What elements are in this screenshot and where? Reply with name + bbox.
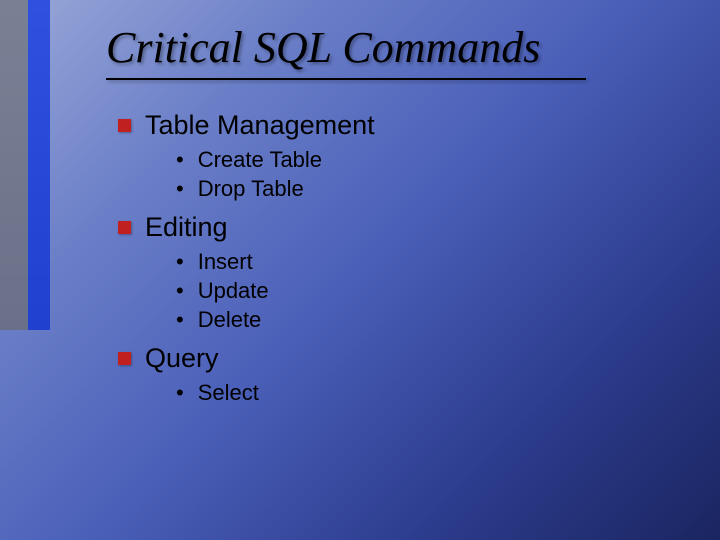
slide-title: Critical SQL Commands (106, 22, 540, 73)
dot-bullet-icon: • (176, 251, 184, 273)
sub-item-text: Update (198, 278, 269, 304)
list-item: • Select (176, 380, 375, 406)
list-item: • Create Table (176, 147, 375, 173)
square-bullet-icon (118, 221, 131, 234)
sidebar-gray-stripe (0, 0, 28, 330)
dot-bullet-icon: • (176, 149, 184, 171)
dot-bullet-icon: • (176, 382, 184, 404)
section-header: Table Management (118, 110, 375, 141)
square-bullet-icon (118, 352, 131, 365)
list-item: • Insert (176, 249, 375, 275)
section-table-management: Table Management • Create Table • Drop T… (118, 110, 375, 202)
sub-item-text: Create Table (198, 147, 322, 173)
section-title: Query (145, 343, 219, 374)
section-header: Editing (118, 212, 375, 243)
sub-list: • Insert • Update • Delete (176, 249, 375, 333)
sub-item-text: Insert (198, 249, 253, 275)
section-title: Table Management (145, 110, 375, 141)
list-item: • Delete (176, 307, 375, 333)
slide-sidebar (0, 0, 50, 330)
square-bullet-icon (118, 119, 131, 132)
sub-list: • Create Table • Drop Table (176, 147, 375, 202)
dot-bullet-icon: • (176, 309, 184, 331)
slide-content: Table Management • Create Table • Drop T… (118, 110, 375, 416)
sidebar-blue-stripe (28, 0, 50, 330)
list-item: • Drop Table (176, 176, 375, 202)
dot-bullet-icon: • (176, 178, 184, 200)
section-query: Query • Select (118, 343, 375, 406)
sub-item-text: Select (198, 380, 259, 406)
section-editing: Editing • Insert • Update • Delete (118, 212, 375, 333)
section-title: Editing (145, 212, 228, 243)
sub-item-text: Delete (198, 307, 262, 333)
section-header: Query (118, 343, 375, 374)
sub-list: • Select (176, 380, 375, 406)
list-item: • Update (176, 278, 375, 304)
sub-item-text: Drop Table (198, 176, 304, 202)
title-underline (106, 78, 586, 80)
dot-bullet-icon: • (176, 280, 184, 302)
